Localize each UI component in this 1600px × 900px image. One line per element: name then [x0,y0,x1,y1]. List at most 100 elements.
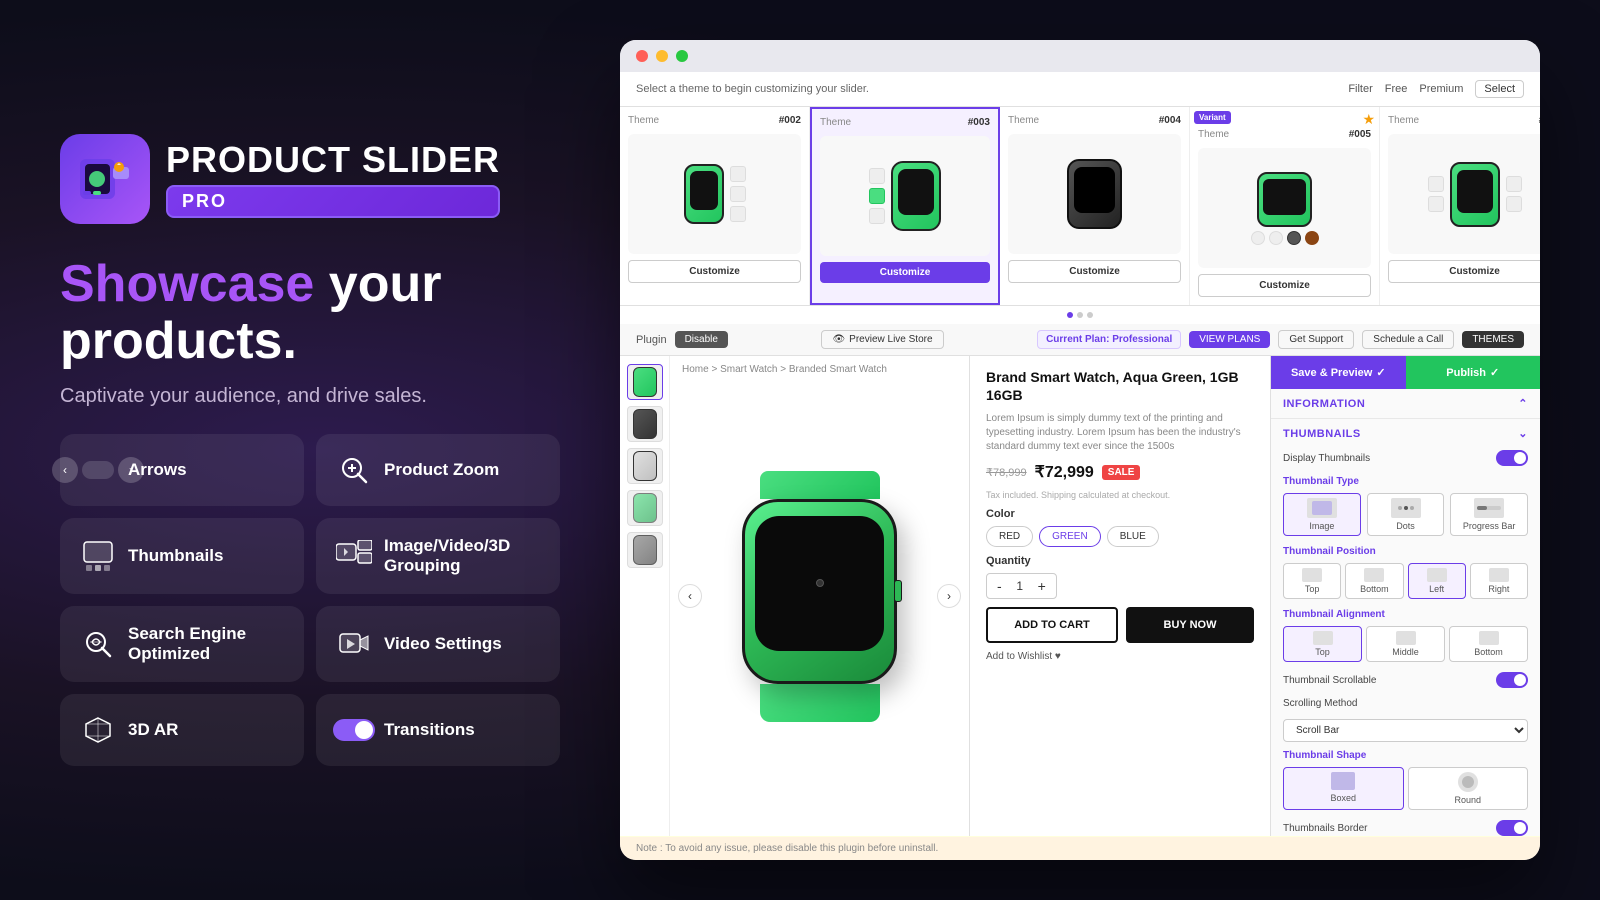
information-header[interactable]: INFORMATION ⌃ [1283,397,1528,410]
dot-3[interactable] [1087,312,1093,318]
carousel-dots [620,306,1540,324]
theme-preview [820,136,990,256]
window-maximize-dot[interactable] [676,50,688,62]
window-minimize-dot[interactable] [656,50,668,62]
color-green[interactable]: GREEN [1039,526,1101,547]
subheadline: Captivate your audience, and drive sales… [60,382,560,410]
preview-live-store-button[interactable]: 👁 Preview Live Store [821,330,943,349]
qty-increase[interactable]: + [1038,578,1046,594]
thumb-item-5[interactable] [627,532,663,568]
price-row: ₹78,999 ₹72,999 SALE [986,462,1254,482]
theme-num: #004 [1159,115,1181,130]
current-plan-badge: Current Plan: Professional [1037,330,1181,349]
customize-btn-002[interactable]: Customize [628,260,801,283]
thumbnails-border-toggle[interactable] [1496,820,1528,836]
preview-icon: 👁 [832,334,845,345]
nav-arrow-left[interactable]: ‹ [678,584,702,608]
color-red[interactable]: RED [986,526,1033,547]
themes-button[interactable]: THEMES [1462,331,1524,348]
buy-now-button[interactable]: BUY NOW [1126,607,1254,643]
pos-left[interactable]: Left [1408,563,1466,599]
customize-btn-006[interactable]: Customize [1388,260,1540,283]
wishlist-link[interactable]: Add to Wishlist ♥ [986,651,1254,662]
customize-btn-003[interactable]: Customize [820,262,990,283]
publish-button[interactable]: Publish ✓ [1406,356,1541,389]
align-middle[interactable]: Middle [1366,626,1445,662]
customize-btn-004[interactable]: Customize [1008,260,1181,283]
thumb-type-progress[interactable]: Progress Bar [1450,493,1528,536]
customize-btn-005[interactable]: Customize [1198,274,1371,297]
disable-button[interactable]: Disable [675,331,728,348]
thumb-type-image[interactable]: Image [1283,493,1361,536]
logo-text-area: PRODUCT SLIDER PRO [166,140,500,219]
feature-item-transitions[interactable]: Transitions [316,694,560,766]
scrolling-method-row: Scrolling Method [1283,698,1528,709]
theme-card-005[interactable]: Variant ★ Theme #005 [1190,107,1380,305]
publish-icon: ✓ [1490,366,1499,379]
shape-boxed[interactable]: Boxed [1283,767,1404,810]
window-close-dot[interactable] [636,50,648,62]
select-dropdown[interactable]: Select [1475,80,1524,98]
thumb-item-1[interactable] [627,364,663,400]
display-thumbnails-toggle[interactable] [1496,450,1528,466]
dot-2[interactable] [1077,312,1083,318]
free-label[interactable]: Free [1385,83,1408,95]
qty-decrease[interactable]: - [997,578,1002,594]
theme-card-003[interactable]: Theme #003 [810,107,1000,305]
feature-item-video-settings[interactable]: Video Settings [316,606,560,682]
color-blue[interactable]: BLUE [1107,526,1159,547]
shape-round[interactable]: Round [1408,767,1529,810]
theme-instruction: Select a theme to begin customizing your… [636,83,869,95]
thumbnails-label: Thumbnails [128,546,223,566]
thumbnails-header[interactable]: THUMBNAILS ⌄ [1283,427,1528,440]
filter-label[interactable]: Filter [1348,83,1372,95]
pos-top[interactable]: Top [1283,563,1341,599]
get-support-button[interactable]: Get Support [1278,330,1354,349]
pos-bottom[interactable]: Bottom [1345,563,1403,599]
dot-1[interactable] [1067,312,1073,318]
feature-item-image-video-3d[interactable]: Image/Video/3D Grouping [316,518,560,594]
logo-area: PRODUCT SLIDER PRO [60,134,560,224]
thumbnails-icon [80,538,116,574]
transitions-label: Transitions [384,720,475,740]
theme-card-004[interactable]: Theme #004 Customize [1000,107,1190,305]
feature-item-product-zoom[interactable]: Product Zoom [316,434,560,506]
feature-item-seo[interactable]: Search Engine Optimized [60,606,304,682]
scrollable-toggle[interactable] [1496,672,1528,688]
thumb-item-4[interactable] [627,490,663,526]
thumbnail-strip [620,356,670,836]
theme-card-006[interactable]: Theme #006 [1380,107,1540,305]
note-bar: Note : To avoid any issue, please disabl… [620,836,1540,860]
theme-card-002[interactable]: Theme #002 [620,107,810,305]
schedule-call-button[interactable]: Schedule a Call [1362,330,1454,349]
view-plans-button[interactable]: VIEW PLANS [1189,331,1270,348]
thumbnail-position-label: Thumbnail Position [1283,546,1528,557]
arrows-icon: ‹ › [80,452,116,488]
quantity-section: Quantity - 1 + [986,555,1254,599]
add-to-cart-button[interactable]: ADD TO CART [986,607,1118,643]
chevron-down-icon: ⌃ [1518,397,1528,410]
pos-right[interactable]: Right [1470,563,1528,599]
premium-label[interactable]: Premium [1419,83,1463,95]
save-preview-button[interactable]: Save & Preview ✓ [1271,356,1406,389]
app-logo-icon [60,134,150,224]
app-screenshot: Select a theme to begin customizing your… [620,40,1540,860]
product-details: Brand Smart Watch, Aqua Green, 1GB 16GB … [970,356,1270,836]
theme-preview [1198,148,1371,268]
thumbnails-border-row: Thumbnails Border [1283,820,1528,836]
thumb-item-3[interactable] [627,448,663,484]
color-buttons: RED GREEN BLUE [986,526,1254,547]
thumb-item-2[interactable] [627,406,663,442]
thumb-type-dots[interactable]: Dots [1367,493,1445,536]
feature-item-3d-ar[interactable]: 3D AR [60,694,304,766]
information-section: INFORMATION ⌃ [1271,389,1540,419]
nav-arrow-right[interactable]: › [937,584,961,608]
feature-item-arrows[interactable]: ‹ › Arrows [60,434,304,506]
scrolling-method-select[interactable]: Scroll Bar [1283,719,1528,742]
align-bottom[interactable]: Bottom [1449,626,1528,662]
plugin-bar-right: Current Plan: Professional VIEW PLANS Ge… [1037,330,1524,349]
sale-price: ₹72,999 [1035,462,1094,482]
feature-item-thumbnails[interactable]: Thumbnails [60,518,304,594]
align-top[interactable]: Top [1283,626,1362,662]
save-icon: ✓ [1376,366,1385,379]
